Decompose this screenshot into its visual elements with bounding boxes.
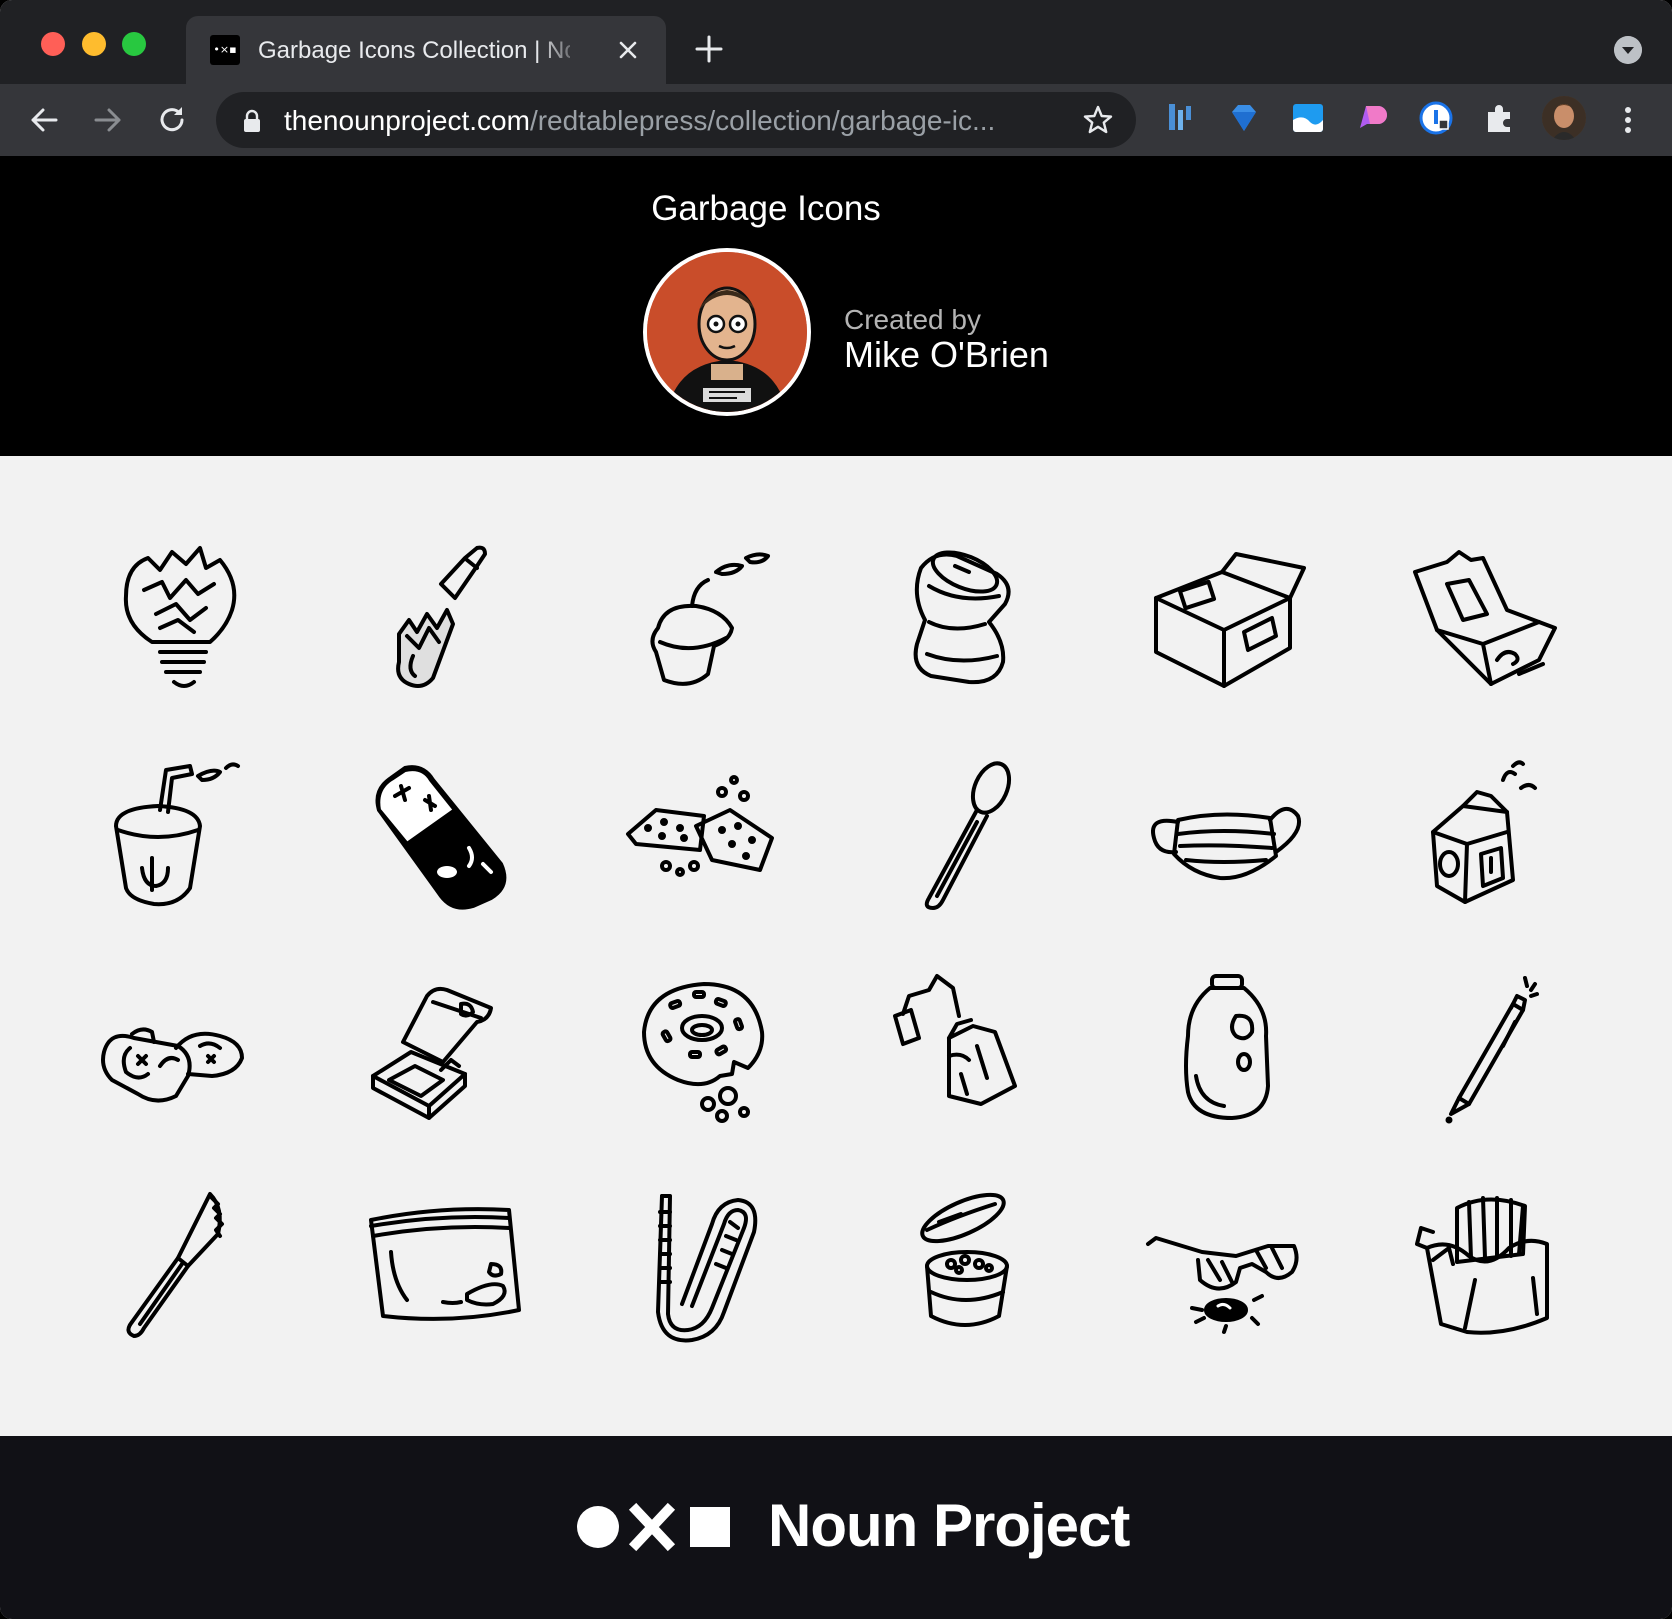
plastic-knife-icon xyxy=(126,1192,224,1338)
icon-tile[interactable] xyxy=(343,956,543,1156)
gem-extension-icon[interactable] xyxy=(1224,98,1264,138)
icon-tile[interactable] xyxy=(82,524,282,724)
icon-tile[interactable] xyxy=(1126,956,1326,1156)
new-tab-icon[interactable] xyxy=(692,32,726,66)
soda-cup-icon xyxy=(114,762,240,907)
icon-tile[interactable] xyxy=(1387,956,1587,1156)
browser-menu-icon[interactable] xyxy=(1614,102,1642,138)
tab-strip: •×▪ Garbage Icons Collection | Noun Proj… xyxy=(0,0,1672,84)
bar-chart-extension-icon[interactable] xyxy=(1160,98,1200,138)
window-extension-icon[interactable] xyxy=(1288,98,1328,138)
collection-header: Garbage Icons Created by Mike O'Brien xyxy=(0,156,1672,456)
back-arrow-icon[interactable] xyxy=(26,102,62,138)
icon-tile[interactable] xyxy=(604,956,804,1156)
jug-icon xyxy=(1184,974,1270,1120)
donut-icon xyxy=(642,982,765,1123)
icon-tile[interactable] xyxy=(1387,1168,1587,1368)
lock-icon xyxy=(244,109,260,132)
reload-icon[interactable] xyxy=(154,102,190,138)
url-host: thenounproject.com xyxy=(284,105,530,136)
icon-tile[interactable] xyxy=(82,1168,282,1368)
extensions-puzzle-icon[interactable] xyxy=(1480,98,1520,138)
broken-light-bulb-icon xyxy=(123,546,237,688)
crushed-can-icon xyxy=(913,550,1011,685)
icon-tile[interactable] xyxy=(1387,524,1587,724)
spoon-icon xyxy=(924,761,1012,910)
url-text[interactable]: thenounproject.com/redtablepress/collect… xyxy=(284,104,1074,138)
fries-box-icon xyxy=(1415,1196,1549,1335)
spilled-coffee-cup-icon xyxy=(650,552,770,686)
icon-tile[interactable] xyxy=(865,740,1065,940)
close-tab-icon[interactable] xyxy=(612,34,644,66)
icon-tile[interactable] xyxy=(865,956,1065,1156)
ziplock-bag-icon xyxy=(369,1207,521,1321)
bookmark-star-icon[interactable] xyxy=(1082,104,1114,136)
face-mask-icon xyxy=(1151,807,1301,881)
cardboard-box-icon xyxy=(1154,552,1306,688)
noun-project-logo-icon[interactable] xyxy=(576,1498,736,1556)
icon-tile[interactable] xyxy=(1387,740,1587,940)
author-portrait-icon xyxy=(647,252,807,412)
icon-tile[interactable] xyxy=(1126,524,1326,724)
tab-title-fade xyxy=(536,30,586,70)
maximize-window-button[interactable] xyxy=(122,32,146,56)
yogurt-cup-icon xyxy=(920,1192,1009,1327)
icon-tile[interactable] xyxy=(82,956,282,1156)
url-path: /redtablepress/collection/garbage-ic... xyxy=(529,105,996,136)
footer-brand-name[interactable]: Noun Project xyxy=(768,1490,1130,1562)
tab-search-icon[interactable] xyxy=(1614,36,1642,64)
icon-tile[interactable] xyxy=(604,524,804,724)
crackers-icon xyxy=(626,775,774,877)
gradient-extension-icon[interactable] xyxy=(1352,98,1392,138)
icon-tile[interactable] xyxy=(343,740,543,940)
pen-icon xyxy=(1445,976,1539,1124)
collection-title: Garbage Icons xyxy=(651,189,881,228)
forward-arrow-icon[interactable] xyxy=(90,102,126,138)
noun-project-favicon-icon: •×▪ xyxy=(210,35,240,65)
takeout-box-icon xyxy=(1413,550,1557,686)
profile-avatar[interactable] xyxy=(1542,96,1586,140)
broken-bottle-icon xyxy=(396,545,487,688)
author-name[interactable]: Mike O'Brien xyxy=(844,334,1049,376)
battery-icon xyxy=(375,765,507,910)
profile-photo-icon xyxy=(1542,96,1586,140)
author-avatar[interactable] xyxy=(643,248,811,416)
minimize-window-button[interactable] xyxy=(82,32,106,56)
candy-wrappers-icon xyxy=(101,1027,244,1103)
browser-window: •×▪ Garbage Icons Collection | Noun Proj… xyxy=(0,0,1672,1619)
tab-title: Garbage Icons Collection | Noun Project xyxy=(258,37,570,64)
icon-tile[interactable] xyxy=(865,524,1065,724)
password-manager-extension-icon[interactable] xyxy=(1416,98,1456,138)
icon-tile[interactable] xyxy=(865,1168,1065,1368)
icon-tile[interactable] xyxy=(604,740,804,940)
active-tab[interactable]: •×▪ Garbage Icons Collection | Noun Proj… xyxy=(186,16,666,84)
close-window-button[interactable] xyxy=(41,32,65,56)
icon-tile[interactable] xyxy=(343,1168,543,1368)
tea-bag-icon xyxy=(893,974,1017,1106)
icon-grid xyxy=(0,456,1672,1436)
milk-carton-icon xyxy=(1431,760,1537,904)
created-by-label: Created by xyxy=(844,304,981,335)
icon-tile[interactable] xyxy=(604,1168,804,1368)
icon-tile[interactable] xyxy=(343,524,543,724)
food-tray-icon xyxy=(371,986,493,1120)
icon-tile[interactable] xyxy=(1126,1168,1326,1368)
address-bar[interactable]: thenounproject.com/redtablepress/collect… xyxy=(216,92,1136,148)
sunglasses-icon xyxy=(1146,1236,1299,1334)
browser-toolbar: thenounproject.com/redtablepress/collect… xyxy=(0,84,1672,156)
site-footer: Noun Project xyxy=(0,1436,1672,1619)
icon-tile[interactable] xyxy=(1126,740,1326,940)
icon-tile[interactable] xyxy=(82,740,282,940)
straw-icon xyxy=(656,1194,758,1343)
